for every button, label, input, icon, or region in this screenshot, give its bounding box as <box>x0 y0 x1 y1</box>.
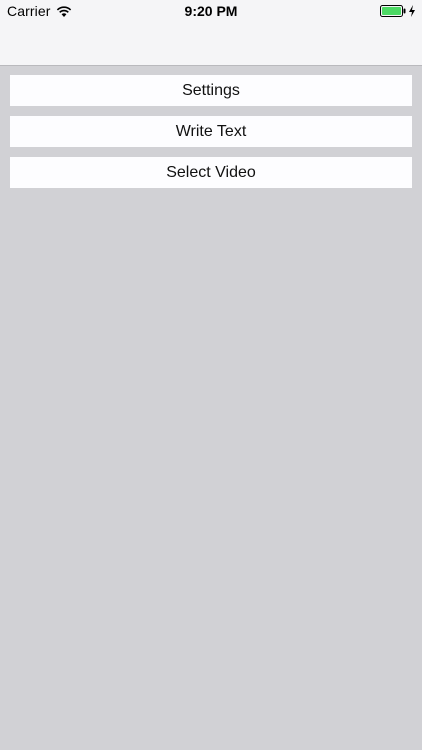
charging-icon <box>408 4 416 17</box>
menu-list: Settings Write Text Select Video <box>10 75 412 198</box>
battery-indicator <box>380 4 416 17</box>
battery-icon <box>380 4 406 17</box>
status-bar: Carrier 9:20 PM <box>0 0 422 22</box>
status-time: 9:20 PM <box>184 3 238 19</box>
write-text-button[interactable]: Write Text <box>10 116 412 147</box>
select-video-button[interactable]: Select Video <box>10 157 412 188</box>
settings-button[interactable]: Settings <box>10 75 412 106</box>
navigation-bar: Carrier 9:20 PM <box>0 0 422 66</box>
